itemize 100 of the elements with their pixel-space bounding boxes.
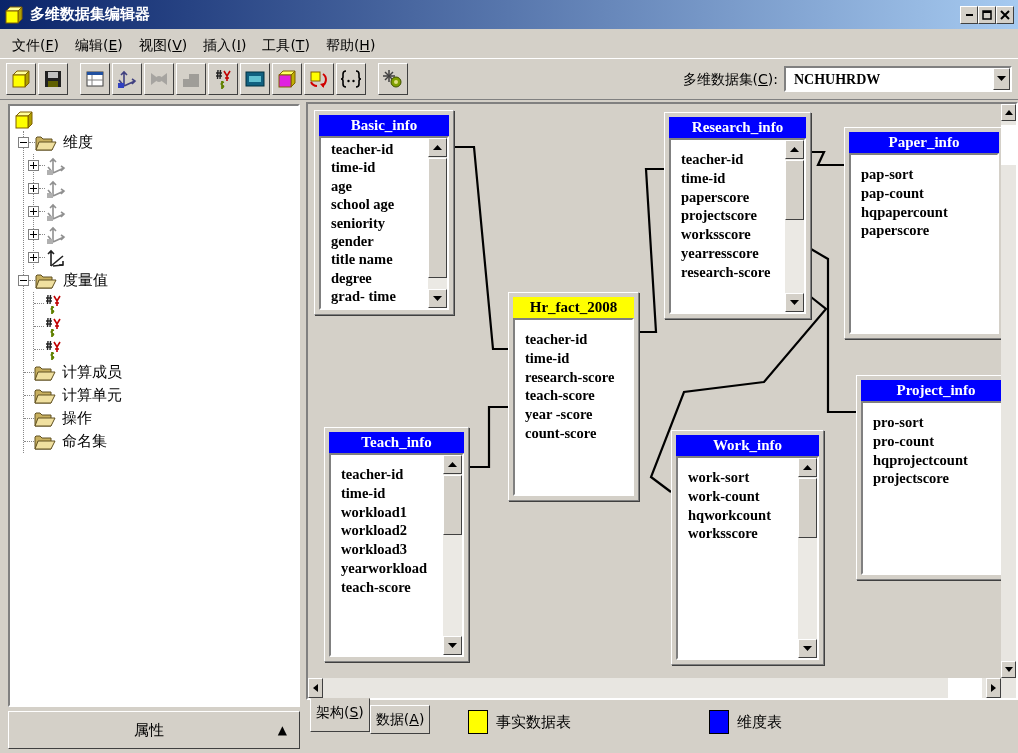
field-name: count-score [525, 424, 598, 443]
cube-icon [11, 69, 31, 89]
field-name: teacher-id [331, 140, 395, 159]
scroll-thumb[interactable] [948, 678, 982, 698]
minimize-button[interactable] [960, 5, 978, 24]
expander-icon[interactable] [28, 183, 39, 194]
toolbar-button[interactable] [378, 63, 408, 95]
axes-icon [116, 69, 138, 89]
tree-item[interactable]: 维度 [63, 131, 93, 154]
close-button[interactable] [996, 5, 1014, 24]
legend-label: 维度表 [737, 711, 783, 733]
window-title: 多维数据集编辑器 [30, 4, 150, 26]
down-arrow-icon [433, 296, 442, 301]
tree-item[interactable]: 操作 [62, 407, 92, 430]
table-node[interactable]: Project_info pro-sort pro-count hqprojectcount projectscore [856, 375, 1001, 580]
vertical-scrollbar[interactable] [1001, 104, 1016, 678]
measure-icon [44, 316, 62, 337]
gear-icon [382, 69, 404, 89]
list-scrollbar[interactable] [443, 455, 462, 655]
up-arrow-icon [448, 462, 457, 467]
table-node[interactable]: Basic_info teacher-id time-id age school age seniority gender title name degree grad- time [314, 110, 454, 315]
measure-icon [44, 339, 62, 360]
field-name: pap-sort [861, 165, 915, 184]
table-node[interactable]: Teach_info teacher-id time-id workload1 workload2 workload3 yearworkload teach-score [324, 427, 469, 662]
field-name: pro-sort [873, 413, 925, 432]
tab[interactable]: 架构(S) [310, 698, 370, 732]
toolbar-button[interactable] [80, 63, 110, 95]
field-name: time-id [331, 158, 377, 177]
braces-icon [340, 69, 362, 89]
tree-item[interactable]: 度量值 [63, 269, 108, 292]
toolbar-button[interactable] [112, 63, 142, 95]
horizontal-scrollbar[interactable] [308, 678, 1016, 698]
tab[interactable]: 数据(A) [369, 704, 431, 734]
expander-icon[interactable] [28, 252, 39, 263]
maximize-button[interactable] [978, 5, 996, 24]
properties-label: 属性 [133, 719, 166, 741]
down-arrow-icon [448, 643, 457, 648]
table-header: Teach_info [329, 432, 464, 453]
list-scrollbar[interactable] [428, 138, 447, 308]
toolbar-button[interactable] [208, 63, 238, 95]
expander-icon[interactable] [18, 275, 29, 286]
field-name: projectscore [873, 469, 950, 489]
field-name: workload1 [341, 502, 409, 522]
toolbar-button[interactable] [272, 63, 302, 95]
field-name: pap-count [861, 183, 925, 203]
down-arrow-icon [1004, 667, 1013, 672]
field-name: yearworkload [341, 559, 429, 578]
list-scrollbar[interactable] [785, 140, 804, 312]
field-name: seniority [331, 213, 386, 233]
cube-dropdown[interactable]: NCHUHRDW [784, 66, 1012, 92]
field-name: pro-count [873, 431, 935, 451]
table-header: Project_info [861, 380, 1001, 401]
properties-bar[interactable]: 属性 ▲ [8, 711, 300, 749]
field-name: workload3 [341, 540, 409, 559]
list-scrollbar[interactable] [798, 458, 817, 658]
toolbar-button[interactable] [240, 63, 270, 95]
field-name: title name [331, 250, 394, 269]
expander-icon[interactable] [28, 160, 39, 171]
tree-item[interactable]: 计算成员 [62, 361, 122, 384]
menu-item[interactable]: 插入(I) [195, 32, 255, 58]
expander-icon[interactable] [28, 229, 39, 240]
field-name: workload2 [341, 521, 409, 541]
toolbar-button[interactable] [304, 63, 334, 95]
menu-item[interactable]: 视图(V) [130, 32, 196, 58]
measure-icon [214, 69, 232, 89]
folder-icon [34, 409, 56, 428]
tree-item[interactable]: 命名集 [62, 430, 107, 453]
cube-selector-label: 多维数据集(C): [682, 69, 778, 89]
axes-icon [45, 178, 67, 199]
maximize-icon [982, 9, 992, 20]
up-arrow-icon [433, 145, 442, 150]
expander-icon[interactable] [18, 137, 29, 148]
toolbar-button[interactable] [336, 63, 366, 95]
caret-icon [997, 76, 1006, 82]
table-node[interactable]: Work_info work-sort work-count hqworkcount worksscore [671, 430, 824, 665]
scroll-thumb[interactable] [1001, 125, 1016, 165]
expander-icon[interactable] [28, 206, 39, 217]
toolbar-button[interactable] [38, 63, 68, 95]
menu-item[interactable]: 帮助(H) [317, 32, 384, 58]
field-name: worksscore [681, 225, 752, 244]
table-header: Hr_fact_2008 [513, 297, 634, 318]
up-arrow-icon [790, 147, 799, 152]
tree-item[interactable]: 计算单元 [62, 384, 122, 407]
connector-line [469, 405, 508, 469]
table-node[interactable]: Paper_info pap-sort pap-count hqpapercount paperscore [844, 127, 1001, 339]
toolbar-button[interactable] [6, 63, 36, 95]
connector-line [811, 150, 844, 167]
axes-icon [45, 201, 67, 222]
menu-item[interactable]: 编辑(E) [67, 32, 131, 58]
menu-item[interactable]: 文件(F) [4, 32, 67, 58]
menu-item[interactable]: 工具(T) [254, 32, 318, 58]
table-node[interactable]: Research_info teacher-id time-id paperscore projectscore worksscore yearresscore research-score [664, 112, 811, 319]
field-name: work-sort [688, 468, 751, 487]
cube-icon [4, 4, 24, 25]
field-name: teacher-id [341, 465, 405, 484]
folder-icon [34, 363, 56, 382]
folder-icon [34, 432, 56, 451]
field-name: research-score [681, 262, 772, 282]
table-node[interactable]: Hr_fact_2008 teacher-id time-id research-score teach-score year -score count-score [508, 292, 639, 501]
cube-icon [14, 109, 34, 130]
